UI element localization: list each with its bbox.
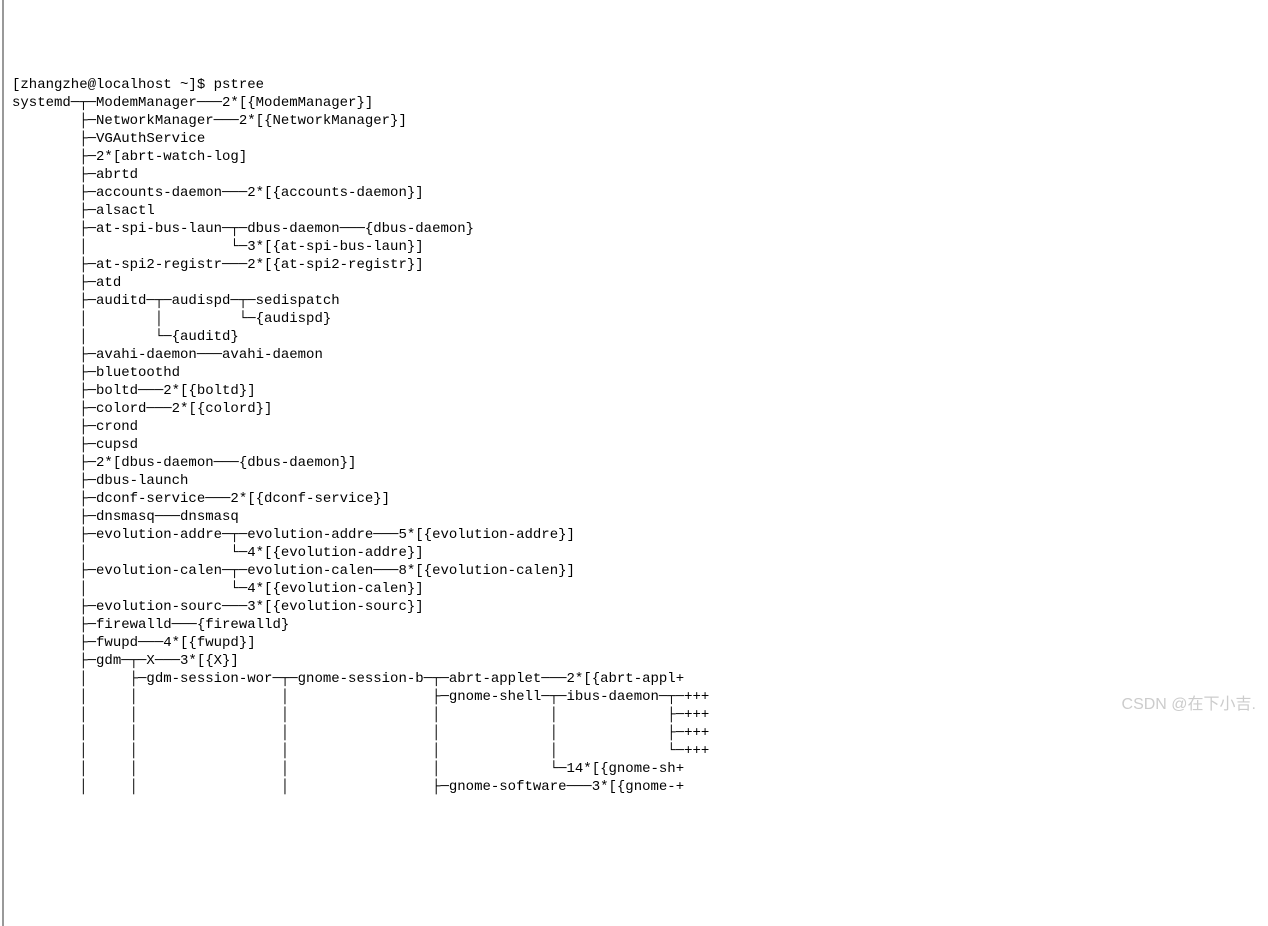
- pstree-line: │ └─4*[{evolution-calen}]: [12, 581, 424, 597]
- pstree-line: ├─evolution-addre─┬─evolution-addre───5*…: [12, 527, 575, 543]
- pstree-line: ├─avahi-daemon───avahi-daemon: [12, 347, 323, 363]
- pstree-line: ├─colord───2*[{colord}]: [12, 401, 272, 417]
- pstree-line: ├─accounts-daemon───2*[{accounts-daemon}…: [12, 185, 424, 201]
- pstree-line: ├─at-spi-bus-laun─┬─dbus-daemon───{dbus-…: [12, 221, 474, 237]
- pstree-line: ├─firewalld───{firewalld}: [12, 617, 289, 633]
- pstree-line: ├─auditd─┬─audispd─┬─sedispatch: [12, 293, 340, 309]
- pstree-line: │ │ │ │ └─14*[{gnome-sh+: [12, 761, 684, 777]
- pstree-line: │ └─4*[{evolution-addre}]: [12, 545, 424, 561]
- pstree-line: ├─evolution-calen─┬─evolution-calen───8*…: [12, 563, 575, 579]
- pstree-line: │ └─3*[{at-spi-bus-laun}]: [12, 239, 424, 255]
- pstree-line: ├─gdm─┬─X───3*[{X}]: [12, 653, 239, 669]
- pstree-line: │ │ │ ├─gnome-shell─┬─ibus-daemon─┬─+++: [12, 689, 709, 705]
- pstree-line: ├─2*[dbus-daemon───{dbus-daemon}]: [12, 455, 356, 471]
- pstree-line: ├─atd: [12, 275, 121, 291]
- pstree-line: │ │ │ ├─gnome-software───3*[{gnome-+: [12, 779, 684, 795]
- terminal-output: [zhangzhe@localhost ~]$ pstree systemd─┬…: [12, 76, 1260, 796]
- pstree-line: ├─2*[abrt-watch-log]: [12, 149, 247, 165]
- pstree-line: │ ├─gdm-session-wor─┬─gnome-session-b─┬─…: [12, 671, 684, 687]
- pstree-line: ├─NetworkManager───2*[{NetworkManager}]: [12, 113, 407, 129]
- watermark-text: CSDN @在下小吉.: [1122, 696, 1256, 714]
- pstree-line: │ │ │ │ │ ├─+++: [12, 725, 709, 741]
- pstree-line: │ │ │ │ │ ├─+++: [12, 707, 709, 723]
- pstree-line: ├─VGAuthService: [12, 131, 205, 147]
- pstree-line: ├─cupsd: [12, 437, 138, 453]
- pstree-line: ├─evolution-sourc───3*[{evolution-sourc}…: [12, 599, 424, 615]
- pstree-line: ├─dnsmasq───dnsmasq: [12, 509, 239, 525]
- pstree-line: ├─dconf-service───2*[{dconf-service}]: [12, 491, 390, 507]
- pstree-line: │ │ │ │ │ └─+++: [12, 743, 709, 759]
- pstree-line: ├─bluetoothd: [12, 365, 180, 381]
- pstree-line: ├─crond: [12, 419, 138, 435]
- pstree-line: systemd─┬─ModemManager───2*[{ModemManage…: [12, 95, 373, 111]
- pstree-line: ├─at-spi2-registr───2*[{at-spi2-registr}…: [12, 257, 424, 273]
- pstree-line: │ │ └─{audispd}: [12, 311, 331, 327]
- pstree-line: ├─boltd───2*[{boltd}]: [12, 383, 256, 399]
- pstree-line: │ └─{auditd}: [12, 329, 239, 345]
- shell-prompt: [zhangzhe@localhost ~]$ pstree: [12, 77, 264, 93]
- pstree-line: ├─abrtd: [12, 167, 138, 183]
- pstree-line: ├─dbus-launch: [12, 473, 188, 489]
- pstree-line: ├─fwupd───4*[{fwupd}]: [12, 635, 256, 651]
- pstree-line: ├─alsactl: [12, 203, 155, 219]
